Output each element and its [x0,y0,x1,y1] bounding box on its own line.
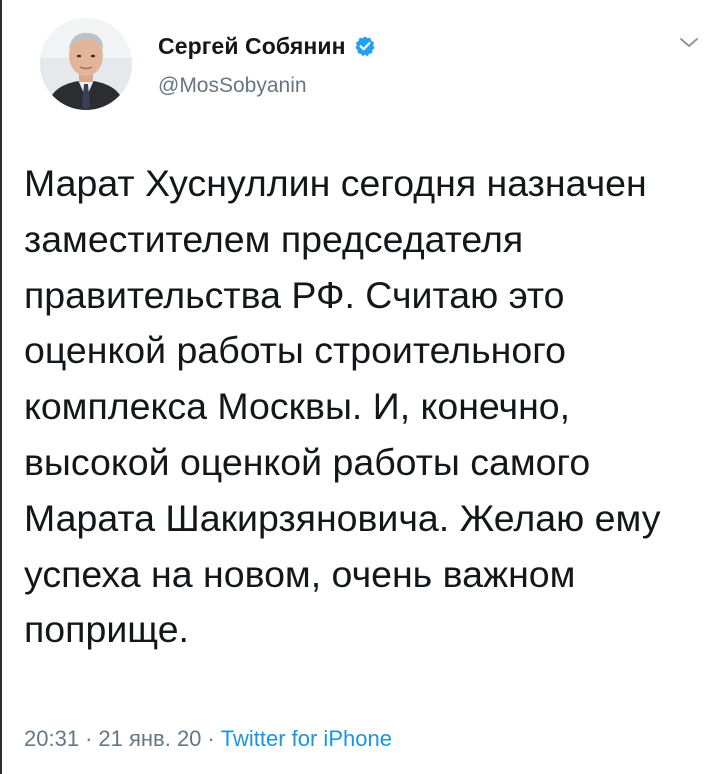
screen-edge-divider [0,0,2,774]
avatar[interactable] [40,18,132,110]
author-block[interactable]: Сергей Собянин @MosSobyanin [158,30,376,98]
meta-separator: · [85,726,93,751]
display-name[interactable]: Сергей Собянин [158,33,346,60]
chevron-down-icon[interactable] [676,33,702,53]
tweet-time[interactable]: 20:31 [24,726,79,752]
meta-separator: · [207,726,215,751]
tweet-text: Марат Хуснуллин сегодня назначен замести… [24,162,661,651]
tweet-card: Сергей Собянин @MosSobyanin Марат Хуснул… [0,0,720,774]
user-handle[interactable]: @MosSobyanin [158,74,376,98]
avatar-image [40,18,132,110]
tweet-meta: 20:31 · 21 янв. 20 · Twitter for iPhone [24,726,392,752]
tweet-date[interactable]: 21 янв. 20 [98,726,201,752]
name-row: Сергей Собянин [158,30,376,62]
tweet-source-link[interactable]: Twitter for iPhone [221,726,392,752]
verified-badge-icon [354,35,376,57]
